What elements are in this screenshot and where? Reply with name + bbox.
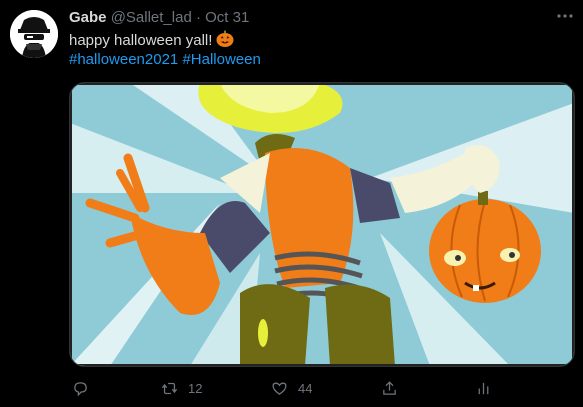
share-button[interactable] <box>381 378 398 398</box>
share-icon <box>383 380 396 395</box>
hashtag-link[interactable]: #Halloween <box>182 51 260 68</box>
like-button[interactable]: 44 <box>271 378 312 398</box>
retweet-button[interactable]: 12 <box>161 378 202 398</box>
jack-o-lantern-icon <box>216 30 234 48</box>
tweet-text: happy halloween yall! <box>69 30 234 51</box>
retweet-count: 12 <box>188 380 203 396</box>
more-options-button[interactable] <box>553 6 577 26</box>
tweet-header: Gabe @Sallet_lad · Oct 31 <box>69 9 249 27</box>
reply-icon <box>74 381 87 396</box>
heart-icon <box>272 382 287 395</box>
author-name[interactable]: Gabe <box>69 9 107 26</box>
author-handle[interactable]: @Sallet_lad <box>111 9 192 26</box>
retweet-icon <box>161 382 178 394</box>
tweet-date[interactable]: Oct 31 <box>205 9 249 26</box>
analytics-button[interactable] <box>475 378 492 398</box>
tweet-media[interactable] <box>69 82 575 367</box>
tweet-actions: 12 44 <box>69 376 575 402</box>
tweet-text-content: happy halloween yall! <box>69 32 213 49</box>
halloween-artwork <box>70 83 574 366</box>
separator-dot: · <box>195 9 201 26</box>
avatar-image <box>10 10 58 58</box>
tweet[interactable]: Gabe @Sallet_lad · Oct 31 happy hallowee… <box>0 0 583 407</box>
hashtag-link[interactable]: #halloween2021 <box>69 51 178 68</box>
more-icon <box>557 14 573 18</box>
hashtags: #halloween2021 #Halloween <box>69 50 261 70</box>
analytics-icon <box>478 382 489 394</box>
reply-button[interactable] <box>72 378 89 398</box>
like-count: 44 <box>298 380 313 396</box>
avatar[interactable] <box>10 10 58 58</box>
